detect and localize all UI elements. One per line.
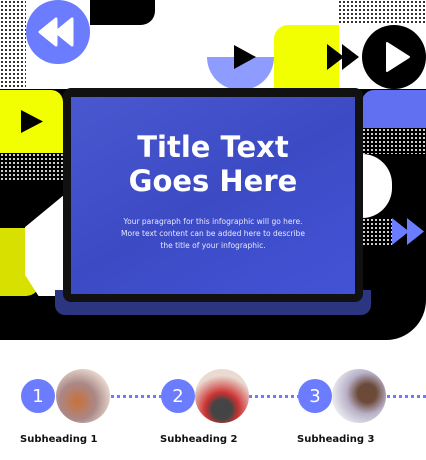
dot-pattern xyxy=(338,0,426,25)
play-circle-icon[interactable] xyxy=(362,25,426,89)
step-subheading-3: Subheading 3 xyxy=(297,434,375,445)
hero-paragraph: Your paragraph for this infographic will… xyxy=(121,217,305,250)
hero-title: Title Text Goes Here xyxy=(128,130,298,198)
rewind-icon[interactable] xyxy=(26,0,90,64)
dot-pattern xyxy=(0,153,63,180)
dot-pattern xyxy=(362,218,392,245)
dot-pattern xyxy=(0,0,26,88)
step-subheading-2: Subheading 2 xyxy=(160,434,238,445)
play-icon xyxy=(233,44,257,74)
dot-pattern xyxy=(362,128,426,154)
step-subheading-1: Subheading 1 xyxy=(20,434,98,445)
step-photo-3 xyxy=(332,369,386,423)
step-number-2: 2 xyxy=(161,379,195,413)
step-number-1: 1 xyxy=(21,379,55,413)
step-photo-2 xyxy=(195,369,249,423)
fast-forward-icon xyxy=(327,44,361,74)
yellow-play-block xyxy=(0,90,63,153)
fast-forward-icon xyxy=(392,218,426,249)
blue-block xyxy=(362,90,426,128)
step-number-3: 3 xyxy=(298,379,332,413)
hero-screen: Title Text Goes Here Your paragraph for … xyxy=(71,97,355,294)
black-block xyxy=(90,0,155,25)
step-photo-1 xyxy=(56,369,110,423)
